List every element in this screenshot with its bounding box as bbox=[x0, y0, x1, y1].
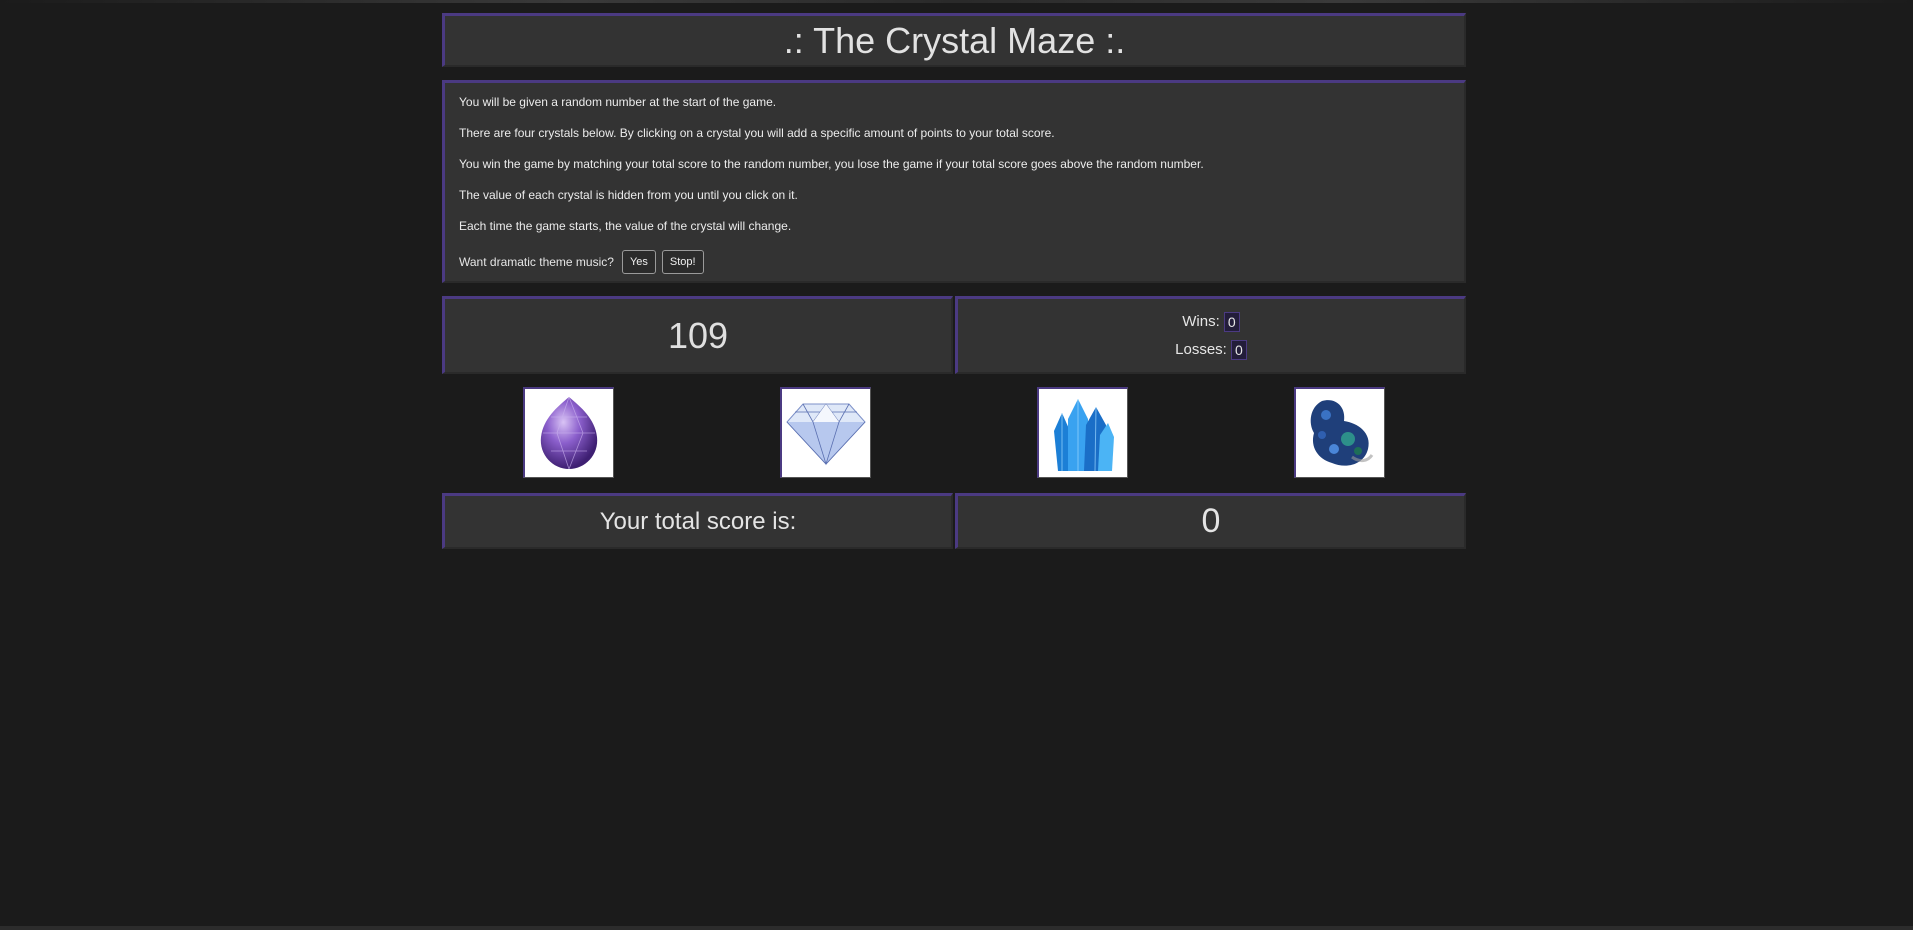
browser-top-edge bbox=[0, 0, 1913, 3]
music-controls: Want dramatic theme music? Yes Stop! bbox=[459, 250, 1450, 274]
rule-line: You win the game by matching your total … bbox=[459, 157, 1204, 171]
wins-counter: 0 bbox=[1223, 311, 1240, 332]
music-yes-button[interactable]: Yes bbox=[621, 250, 656, 274]
score-label: Your total score is: bbox=[599, 507, 797, 535]
bottom-edge bbox=[0, 926, 1913, 930]
crystal-row bbox=[442, 387, 1466, 480]
crystal-button-azurite[interactable] bbox=[1294, 387, 1385, 478]
crystal-button-blue-cluster[interactable] bbox=[1037, 387, 1128, 478]
rules-panel: You will be given a random number at the… bbox=[442, 80, 1466, 283]
page-title: .: The Crystal Maze :. bbox=[783, 19, 1126, 61]
status-row: 109 Wins: 0 Losses: 0 bbox=[442, 296, 1466, 374]
losses-row: Losses: 0 bbox=[1175, 339, 1247, 360]
game-container: .: The Crystal Maze :. You will be given… bbox=[442, 13, 1466, 549]
diamond-icon bbox=[786, 403, 866, 466]
losses-counter: 0 bbox=[1230, 339, 1247, 360]
purple-sphere-crystal-icon bbox=[540, 396, 598, 470]
target-number-panel: 109 bbox=[442, 296, 953, 374]
target-number: 109 bbox=[667, 314, 729, 356]
crystal-button-amethyst[interactable] bbox=[523, 387, 614, 478]
total-score: 0 bbox=[1201, 502, 1221, 540]
wins-row: Wins: 0 bbox=[1182, 311, 1240, 332]
score-row: Your total score is: 0 bbox=[442, 493, 1466, 549]
blue-crystal-cluster-icon bbox=[1054, 399, 1114, 472]
music-question: Want dramatic theme music? bbox=[459, 255, 614, 269]
score-label-panel: Your total score is: bbox=[442, 493, 953, 549]
rule-line: Each time the game starts, the value of … bbox=[459, 219, 792, 233]
crystal-button-diamond[interactable] bbox=[780, 387, 871, 478]
title-panel: .: The Crystal Maze :. bbox=[442, 13, 1466, 67]
record-panel: Wins: 0 Losses: 0 bbox=[955, 296, 1466, 374]
azurite-rock-icon bbox=[1310, 400, 1374, 466]
rule-line: There are four crystals below. By clicki… bbox=[459, 126, 1055, 140]
rule-line: You will be given a random number at the… bbox=[459, 95, 777, 109]
music-stop-button[interactable]: Stop! bbox=[661, 250, 704, 274]
rule-line: The value of each crystal is hidden from… bbox=[459, 188, 798, 202]
score-value-panel: 0 bbox=[955, 493, 1466, 549]
losses-label: Losses: bbox=[1175, 341, 1227, 358]
wins-label: Wins: bbox=[1182, 313, 1220, 330]
